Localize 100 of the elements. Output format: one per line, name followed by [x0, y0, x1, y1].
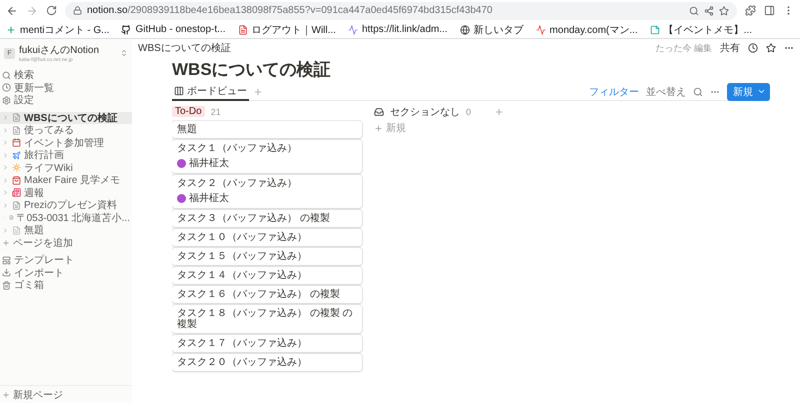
sidebar-nav-item[interactable]: 設定 — [0, 94, 132, 106]
document-icon — [12, 113, 21, 122]
card-title: 無題 — [177, 124, 198, 135]
settings-icon — [2, 96, 11, 105]
new-button[interactable]: 新規 — [727, 82, 770, 100]
board-card[interactable]: タスク１８（バッファ込み） の複製 の複製 — [172, 305, 362, 333]
document-icon — [12, 226, 21, 235]
edited-status: たった今 編集 — [655, 42, 712, 54]
card-title: タスク１６（バッファ込み） の複製 — [177, 289, 341, 300]
board-card[interactable]: タスク１４（バッファ込み） — [172, 267, 362, 284]
back-icon[interactable] — [6, 4, 18, 16]
sort-link[interactable]: 並べ替え — [646, 84, 686, 98]
avatar-icon — [177, 194, 186, 202]
share-icon[interactable] — [704, 6, 714, 16]
reload-icon[interactable] — [46, 5, 57, 16]
add-page-button[interactable]: ページを追加 — [0, 236, 132, 249]
view-tab[interactable]: ボードビュー — [172, 82, 249, 100]
document-icon — [12, 200, 21, 210]
group-label: セクションなし — [390, 106, 460, 118]
url-text: notion.so/2908939118be4e16bea138098f75a855?v=091ca447a0ed45f6974bd315cf43b470 — [87, 5, 492, 16]
sidebar-tool-item[interactable]: インポート — [0, 266, 132, 279]
board-icon — [174, 86, 184, 96]
address-bar[interactable]: notion.so/2908939118be4e16bea138098f75a855?v=091ca447a0ed45f6974bd315cf43b470 — [65, 2, 737, 20]
workspace-name[interactable]: fukuiさんのNotion — [19, 43, 116, 57]
document-icon — [8, 213, 14, 222]
group-count: 21 — [210, 106, 221, 116]
sidebar-page-item[interactable]: Maker Faire 見学メモ — [0, 174, 132, 186]
logo-icon — [536, 24, 546, 34]
sidebar-page-item[interactable]: WBSについての検証 — [0, 112, 132, 124]
breadcrumb[interactable]: WBSについての検証 — [138, 41, 648, 55]
card-title: タスク１７（バッファ込み） — [177, 338, 308, 349]
template-icon — [2, 256, 11, 265]
new-page-button[interactable]: 新規ページ — [0, 388, 132, 401]
sidebar-page-item[interactable]: 〒053-0031 北海道苫小... — [0, 212, 132, 224]
bookmark-link[interactable]: ログアウト｜Will... — [238, 22, 336, 36]
board-card[interactable]: タスク１７（バッファ込み） — [172, 335, 362, 352]
group-count: 0 — [466, 106, 472, 116]
card-title: タスク１８（バッファ込み） の複製 の複製 — [177, 308, 354, 330]
board-card[interactable]: タスク１（バッファ込み） 福井柾太 — [172, 140, 362, 173]
github-icon — [121, 24, 132, 34]
lock-icon — [73, 6, 82, 15]
bookmark-link[interactable]: mentiコメント - G... — [6, 22, 110, 36]
plus-icon — [374, 124, 383, 132]
share-button[interactable]: 共有 — [720, 41, 740, 55]
bag-icon — [12, 176, 21, 185]
sidebar-tool-item[interactable]: ゴミ箱 — [0, 279, 132, 292]
sidebar-page-item[interactable]: 使ってみる — [0, 124, 132, 136]
board-card[interactable]: タスク１６（バッファ込み） の複製 — [172, 286, 362, 303]
board-card[interactable]: タスク１５（バッファ込み） — [172, 248, 362, 265]
plane-icon — [12, 150, 21, 160]
favorite-star-icon[interactable] — [766, 43, 776, 53]
trash-icon — [2, 280, 11, 290]
board-card[interactable]: タスク１０（バッファ込み） — [172, 229, 362, 246]
bookmark-star-icon[interactable] — [719, 6, 729, 16]
forward-icon[interactable] — [26, 4, 38, 16]
card-title: タスク３（バッファ込み） の複製 — [177, 213, 331, 224]
add-card-icon[interactable] — [494, 106, 504, 116]
search-icon — [2, 70, 11, 80]
bookmark-link[interactable]: 新しいタブ — [460, 22, 524, 36]
sidebar-page-item[interactable]: Preziのプレゼン資料 — [0, 199, 132, 212]
assignee-name: 福井柾太 — [189, 156, 229, 170]
clock-icon[interactable] — [748, 43, 758, 53]
board-card[interactable]: タスク２０（バッファ込み） — [172, 354, 362, 371]
document-icon — [12, 126, 21, 135]
inbox-icon — [374, 106, 384, 116]
sidebar-page-item[interactable]: 無題 — [0, 224, 132, 236]
search-icon[interactable] — [693, 86, 703, 96]
board-card[interactable]: タスク３（バッファ込み） の複製 — [172, 210, 362, 227]
sidebar-nav-item[interactable]: 更新一覧 — [0, 82, 132, 94]
status-tag: To-Do — [172, 106, 205, 117]
bookmark-link[interactable]: 【イベントメモ】... — [650, 22, 752, 36]
sun-icon — [12, 163, 21, 172]
sidebar-nav-item[interactable]: 検索 — [0, 69, 132, 82]
chevron-down-icon — [757, 87, 766, 96]
sidebar-page-item[interactable]: イベント参加管理 — [0, 136, 132, 149]
card-title: タスク２（バッファ込み） — [177, 178, 298, 189]
sidebar-tool-item[interactable]: テンプレート — [0, 254, 132, 266]
zoom-icon[interactable] — [689, 6, 699, 16]
switcher-icon[interactable] — [120, 49, 128, 57]
wave-icon — [348, 24, 358, 34]
card-title: タスク２０（バッファ込み） — [177, 357, 308, 368]
add-view-icon[interactable] — [253, 86, 263, 96]
board-card[interactable]: タスク２（バッファ込み） 福井柾太 — [172, 175, 362, 208]
extensions-icon[interactable] — [745, 5, 756, 16]
sidebar-page-item[interactable]: 旅行計画 — [0, 149, 132, 162]
plus-icon — [2, 390, 10, 399]
card-title: タスク１５（バッファ込み） — [177, 251, 308, 262]
card-title: タスク１０（バッファ込み） — [177, 232, 308, 243]
sidebar-page-item[interactable]: 週報 — [0, 186, 132, 199]
card-title: タスク１（バッファ込み） — [177, 143, 298, 154]
assignee-name: 福井柾太 — [189, 192, 229, 205]
side-panel-icon[interactable] — [764, 5, 775, 16]
avatar-icon — [177, 158, 186, 168]
bookmark-link[interactable]: GitHub - onestop-t... — [121, 24, 226, 35]
sidebar-page-item[interactable]: ライフWiki — [0, 162, 132, 174]
card-title: タスク１４（バッファ込み） — [177, 270, 308, 281]
bookmark-link[interactable]: monday.com(マン... — [536, 22, 638, 36]
bookmark-link[interactable]: https://lit.link/adm... — [348, 24, 448, 35]
board-card[interactable]: 無題 — [172, 121, 362, 138]
filter-link[interactable]: フィルター — [589, 84, 639, 98]
